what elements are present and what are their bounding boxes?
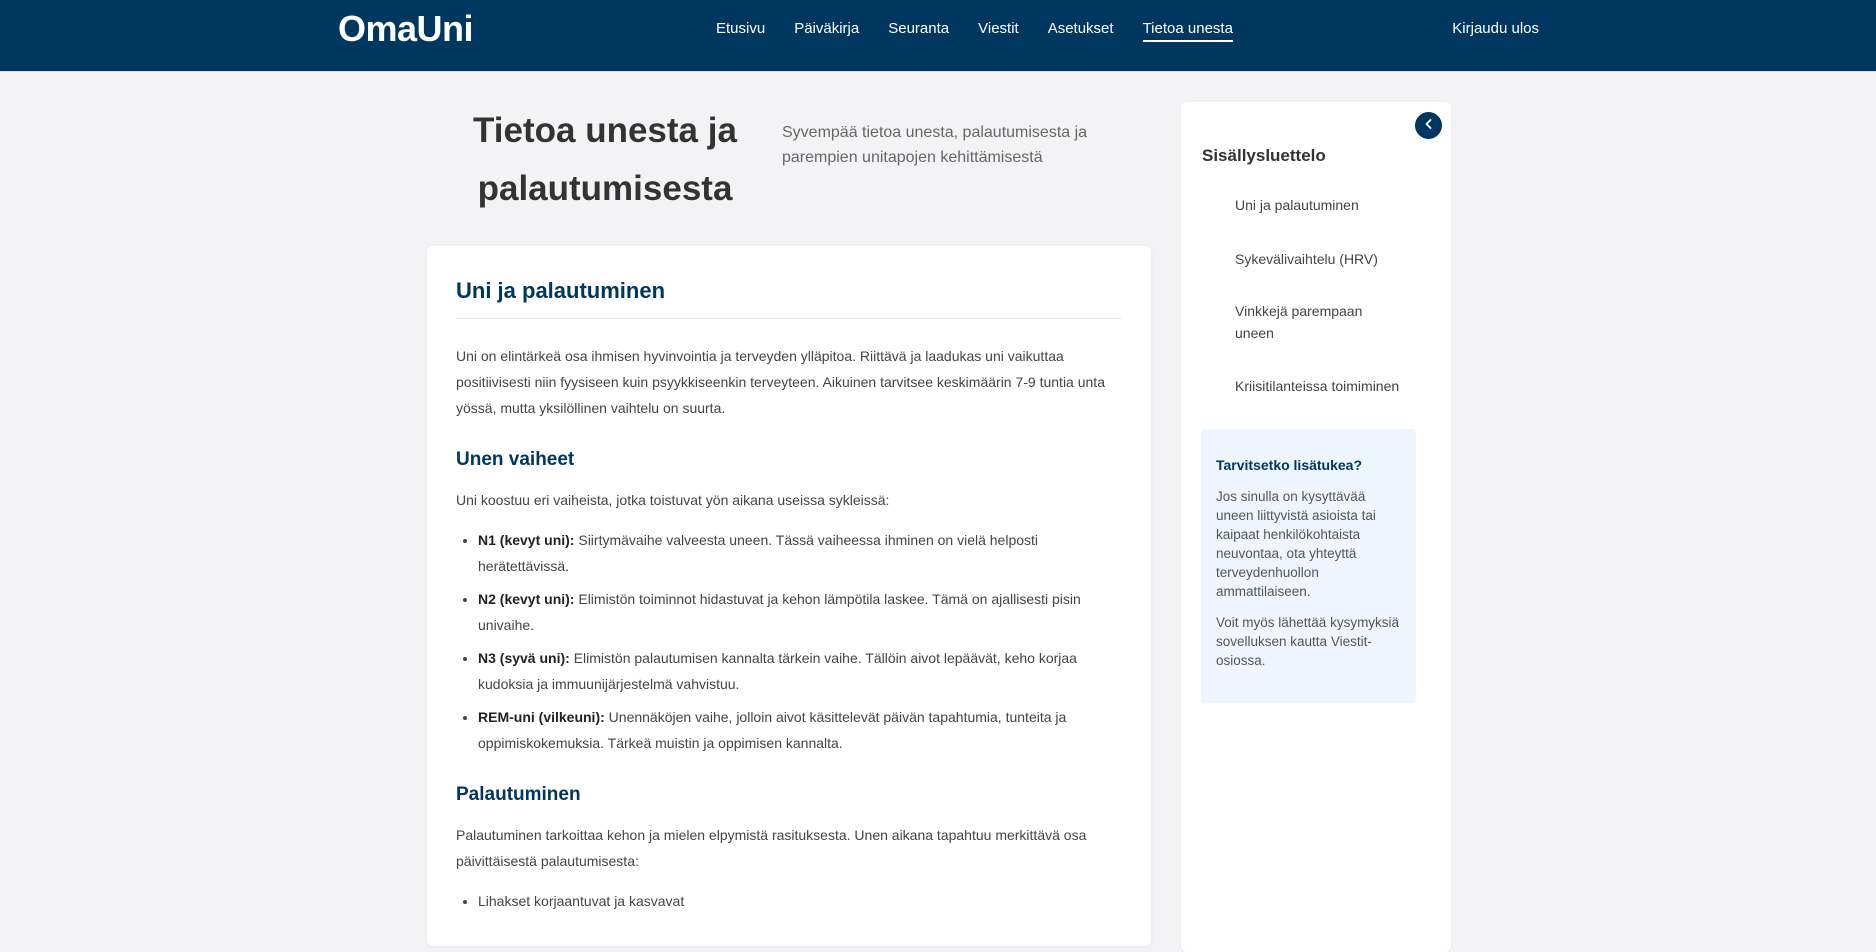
section-heading-uni-ja-palautuminen: Uni ja palautuminen	[456, 278, 1121, 319]
main-nav: Etusivu Päiväkirja Seuranta Viestit Aset…	[716, 20, 1262, 42]
nav-item-paivakirja[interactable]: Päiväkirja	[794, 20, 859, 42]
list-item: REM-uni (vilkeuni): Unennäköjen vaihe, j…	[478, 704, 1121, 756]
article-card: Uni ja palautuminen Uni on elintärkeä os…	[427, 246, 1151, 946]
nav-item-viestit[interactable]: Viestit	[978, 20, 1019, 42]
app-logo[interactable]: OmaUni	[338, 8, 474, 50]
top-navigation-bar: OmaUni Etusivu Päiväkirja Seuranta Viest…	[0, 0, 1876, 72]
chevron-left-icon	[1423, 117, 1435, 135]
list-item: N1 (kevyt uni): Siirtymävaihe valveesta …	[478, 527, 1121, 579]
toc-title: Sisällysluettelo	[1202, 146, 1326, 165]
page-title: Tietoa unesta ja palautumisesta	[473, 111, 737, 208]
stages-intro-paragraph: Uni koostuu eri vaiheista, jotka toistuv…	[456, 492, 890, 508]
toc-item-uni-ja-palautuminen[interactable]: Uni ja palautuminen	[1235, 194, 1359, 216]
page-subtitle: Syvempää tietoa unesta, palautumisesta j…	[782, 124, 1088, 166]
nav-item-seuranta[interactable]: Seuranta	[888, 20, 949, 42]
logout-link[interactable]: Kirjaudu ulos	[1452, 20, 1539, 37]
stage-term: N3 (syvä uni):	[478, 650, 570, 666]
nav-item-tietoa-unesta[interactable]: Tietoa unesta	[1142, 20, 1233, 42]
section-heading-palautuminen: Palautuminen	[456, 784, 581, 805]
toc-item-kriisitilanteet[interactable]: Kriisitilanteissa toimiminen	[1235, 375, 1399, 397]
list-item: Lihakset korjaantuvat ja kasvavat	[478, 888, 1121, 914]
toc-item-hrv[interactable]: Sykevälivaihtelu (HRV)	[1235, 248, 1378, 270]
stage-term: N2 (kevyt uni):	[478, 591, 575, 607]
toc-item-vinkkeja[interactable]: Vinkkejä parempaan uneen	[1235, 300, 1385, 344]
sleep-stages-list: N1 (kevyt uni): Siirtymävaihe valveesta …	[456, 527, 1121, 756]
help-box-text-secondary: Voit myös lähettää kysymyksiä sovellukse…	[1216, 615, 1400, 668]
list-item: N3 (syvä uni): Elimistön palautumisen ka…	[478, 645, 1121, 697]
nav-item-etusivu[interactable]: Etusivu	[716, 20, 765, 42]
stage-term: N1 (kevyt uni):	[478, 532, 575, 548]
list-item: N2 (kevyt uni): Elimistön toiminnot hida…	[478, 586, 1121, 638]
help-box: Tarvitsetko lisätukea? Jos sinulla on ky…	[1201, 429, 1416, 703]
collapse-sidebar-button[interactable]	[1415, 112, 1442, 139]
stage-term: REM-uni (vilkeuni):	[478, 709, 605, 725]
table-of-contents-sidebar: Sisällysluettelo Uni ja palautuminen Syk…	[1181, 102, 1451, 952]
intro-paragraph: Uni on elintärkeä osa ihmisen hyvinvoint…	[456, 348, 1105, 416]
help-box-title: Tarvitsetko lisätukea?	[1216, 457, 1363, 473]
section-heading-unen-vaiheet: Unen vaiheet	[456, 449, 575, 470]
help-box-text: Jos sinulla on kysyttävää uneen liittyvi…	[1216, 489, 1376, 599]
recovery-list: Lihakset korjaantuvat ja kasvavat	[456, 888, 1121, 914]
recovery-intro-paragraph: Palautuminen tarkoittaa kehon ja mielen …	[456, 827, 1087, 869]
nav-item-asetukset[interactable]: Asetukset	[1048, 20, 1114, 42]
